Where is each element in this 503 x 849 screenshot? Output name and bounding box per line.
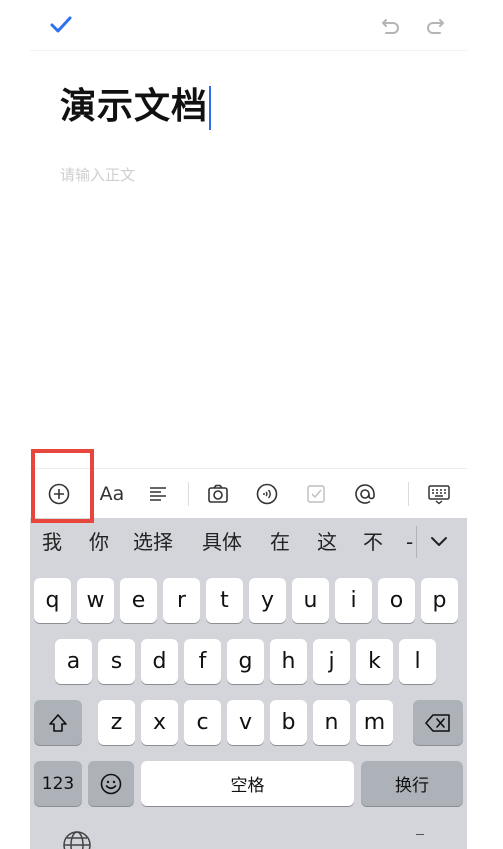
key-g[interactable]: g [227, 639, 264, 684]
keyboard: 我 你 选择 具体 在 这 不 - q w e r t y u i o p a … [30, 518, 467, 849]
document-title[interactable]: 演示文档 [60, 82, 212, 132]
candidate-bar: 我 你 选择 具体 在 这 不 - [30, 518, 467, 566]
delete-key[interactable] [413, 700, 463, 745]
candidate-word[interactable]: 选择 [133, 518, 173, 566]
key-n[interactable]: n [313, 700, 350, 745]
key-b[interactable]: b [270, 700, 307, 745]
undo-icon[interactable] [378, 12, 404, 38]
key-u[interactable]: u [292, 578, 329, 623]
body-input[interactable]: 请输入正文 [60, 164, 135, 185]
key-y[interactable]: y [249, 578, 286, 623]
text-format-label: Aa [99, 483, 125, 505]
key-w[interactable]: w [77, 578, 114, 623]
backspace-icon [425, 713, 450, 732]
key-d[interactable]: d [141, 639, 178, 684]
key-e[interactable]: e [120, 578, 157, 623]
candidate-word[interactable]: 你 [89, 518, 109, 566]
candidate-word[interactable]: 不 [363, 518, 383, 566]
key-p[interactable]: p [421, 578, 458, 623]
keyboard-hide-icon[interactable] [424, 469, 454, 519]
space-key[interactable]: 空格 [141, 761, 354, 806]
redo-icon[interactable] [422, 12, 448, 38]
key-j[interactable]: j [313, 639, 350, 684]
key-f[interactable]: f [184, 639, 221, 684]
emoji-key[interactable] [88, 761, 134, 806]
candidate-word[interactable]: 具体 [202, 518, 242, 566]
key-r[interactable]: r [163, 578, 200, 623]
key-a[interactable]: a [55, 639, 92, 684]
check-icon[interactable] [48, 12, 74, 38]
highlight-box [31, 449, 94, 523]
divider [416, 834, 424, 835]
key-i[interactable]: i [335, 578, 372, 623]
key-s[interactable]: s [98, 639, 135, 684]
audio-icon[interactable] [253, 469, 281, 519]
checkbox-icon[interactable] [302, 469, 330, 519]
candidate-divider [416, 526, 417, 558]
text-cursor [209, 86, 212, 130]
key-o[interactable]: o [378, 578, 415, 623]
shift-icon [49, 713, 67, 732]
numbers-key[interactable]: 123 [34, 761, 82, 806]
candidate-word[interactable]: - [406, 518, 413, 566]
return-key[interactable]: 换行 [361, 761, 463, 806]
key-z[interactable]: z [98, 700, 135, 745]
key-k[interactable]: k [356, 639, 393, 684]
shift-key[interactable] [34, 700, 82, 745]
key-t[interactable]: t [206, 578, 243, 623]
chevron-down-icon[interactable] [428, 530, 450, 552]
key-q[interactable]: q [34, 578, 71, 623]
key-v[interactable]: v [227, 700, 264, 745]
toolbar-divider [188, 482, 189, 506]
globe-icon[interactable] [62, 830, 92, 849]
mention-icon[interactable] [351, 469, 379, 519]
candidate-word[interactable]: 这 [317, 518, 337, 566]
emoji-icon [100, 773, 122, 794]
key-l[interactable]: l [399, 639, 436, 684]
text-format-icon[interactable]: Aa [94, 469, 130, 519]
top-bar [30, 0, 467, 51]
key-x[interactable]: x [141, 700, 178, 745]
camera-icon[interactable] [204, 469, 232, 519]
candidate-word[interactable]: 在 [270, 518, 290, 566]
key-h[interactable]: h [270, 639, 307, 684]
paragraph-align-icon[interactable] [144, 469, 172, 519]
editor-toolbar: Aa [30, 468, 467, 519]
title-text: 演示文档 [60, 86, 209, 127]
key-m[interactable]: m [356, 700, 393, 745]
note-editor-screen: 演示文档 请输入正文 Aa 我 你 选择 具体 在 这 不 - q w e r … [30, 0, 467, 849]
toolbar-divider [408, 482, 409, 506]
key-c[interactable]: c [184, 700, 221, 745]
candidate-word[interactable]: 我 [42, 518, 62, 566]
